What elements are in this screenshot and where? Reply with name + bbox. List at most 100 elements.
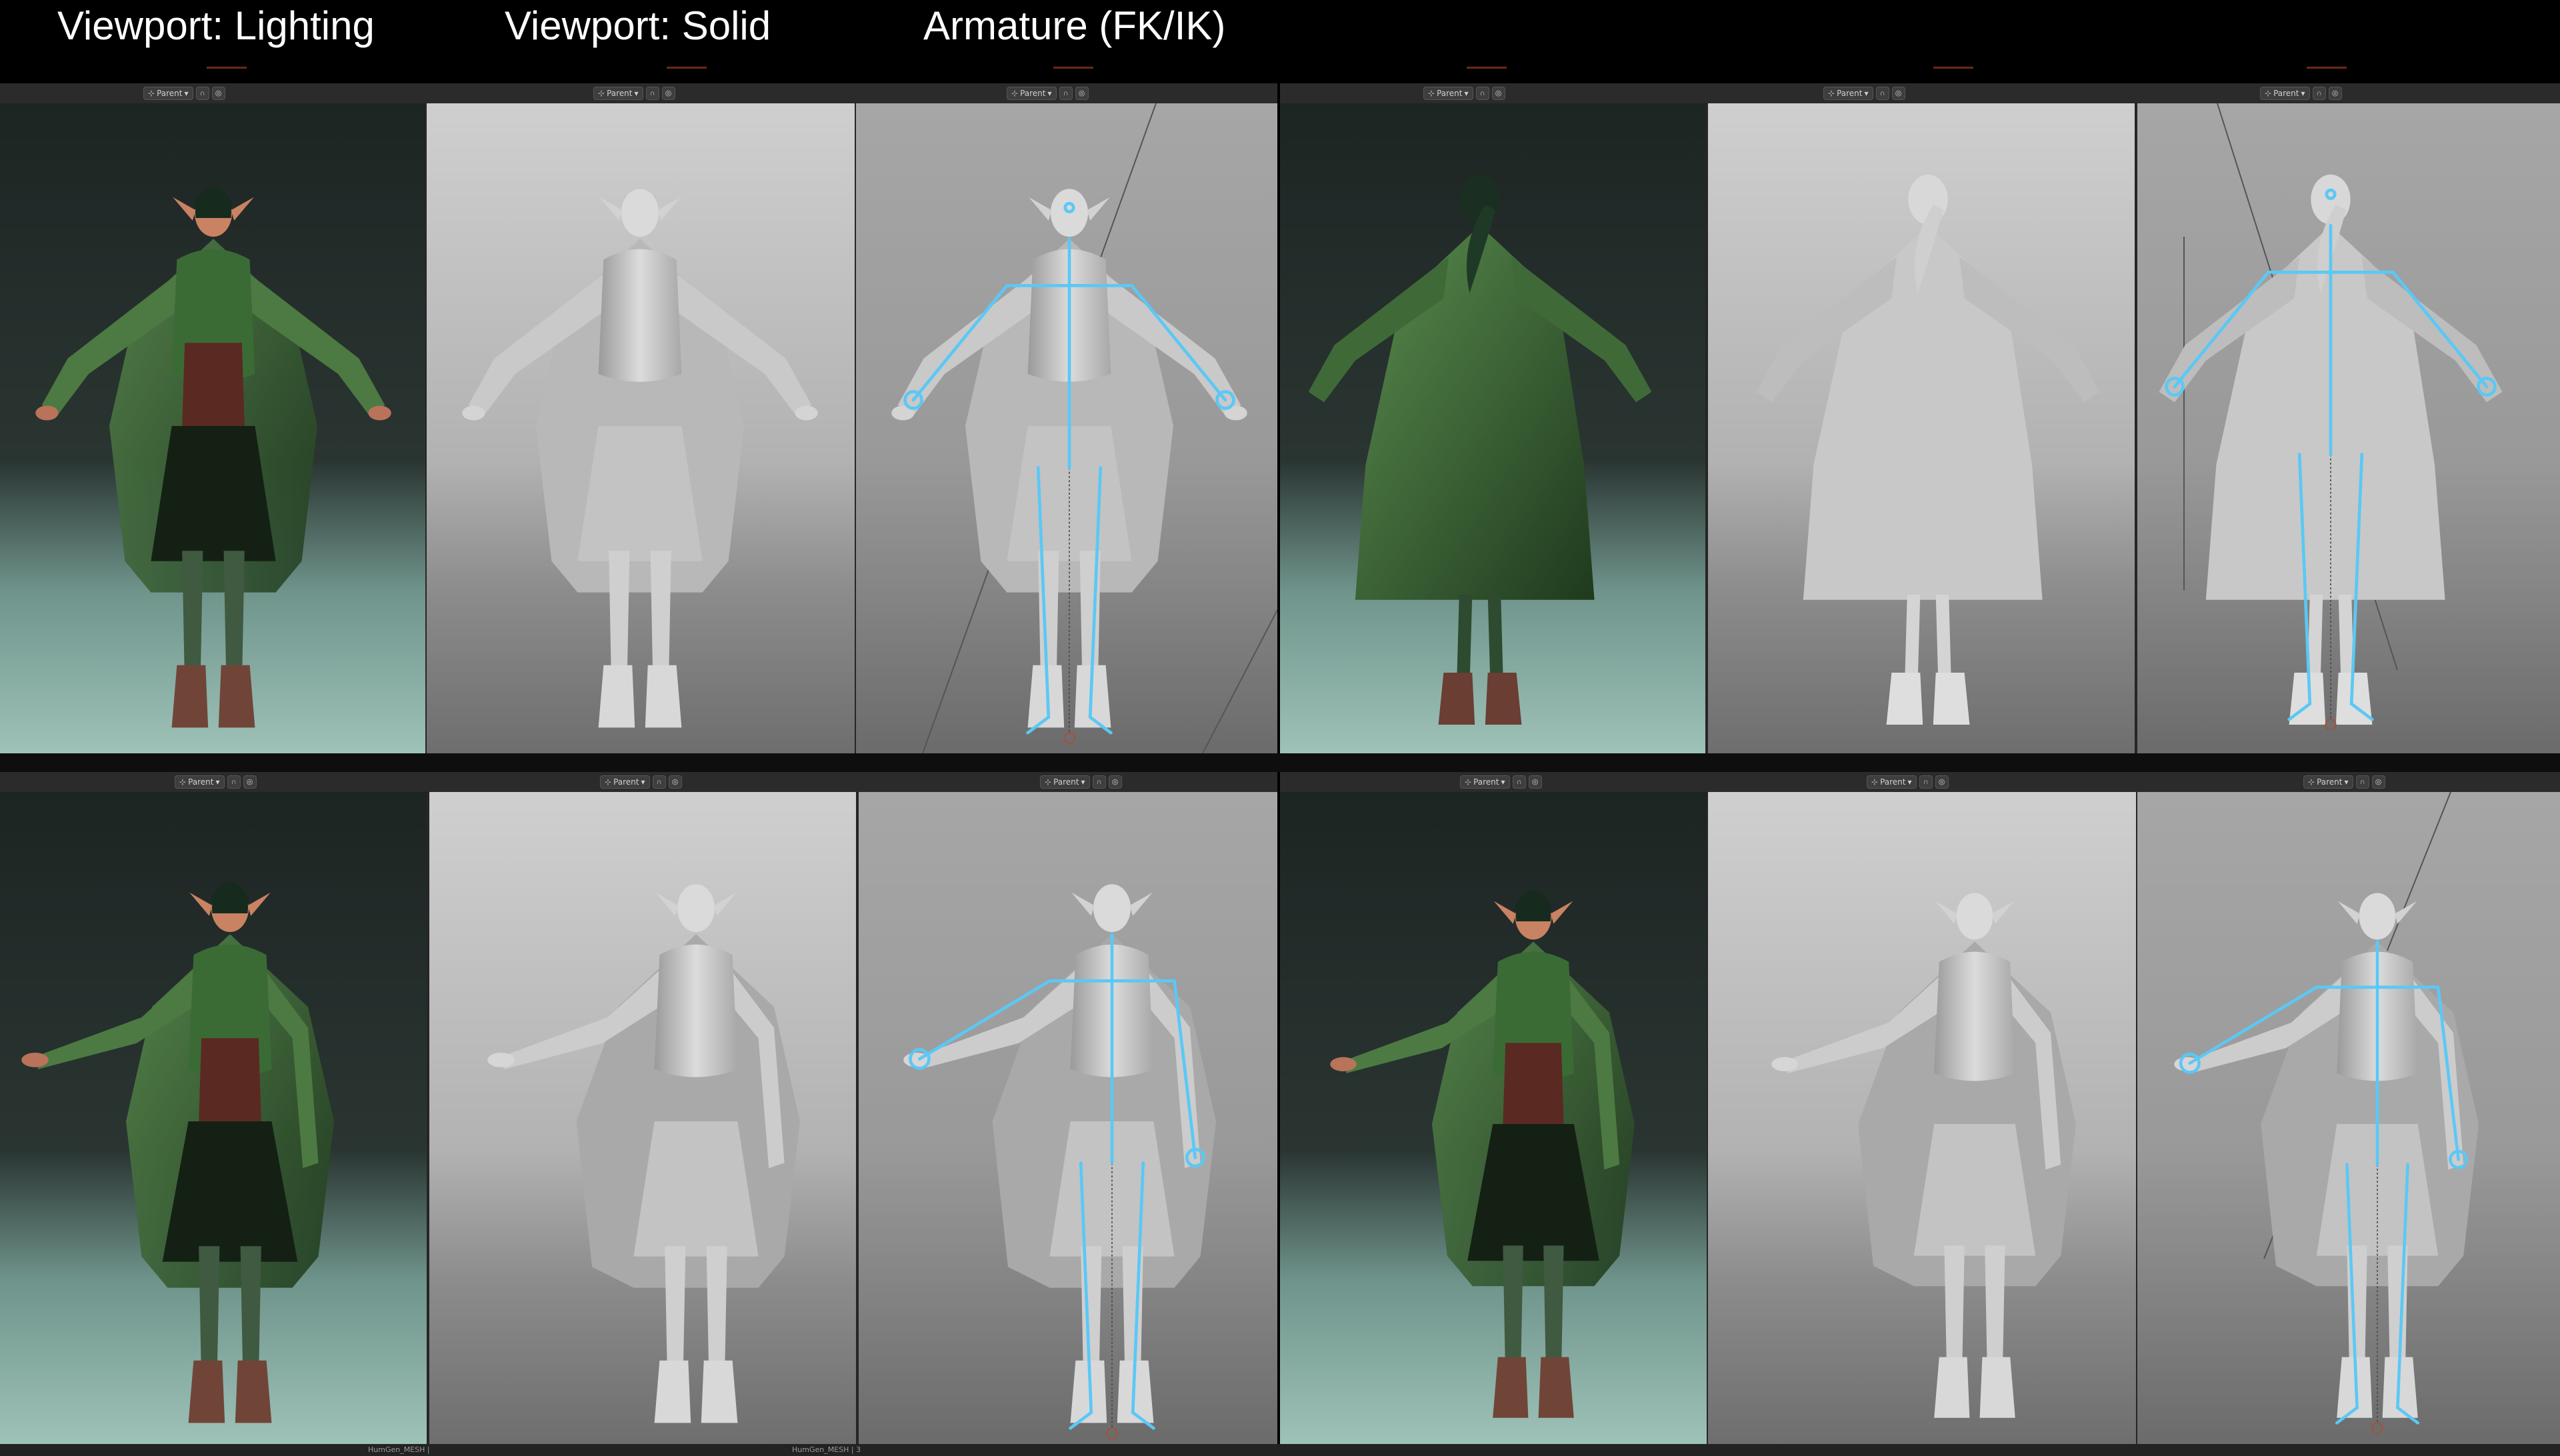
- viewport-toolbar: ⊹ Parent ▾ ∩ ◎: [1423, 87, 1505, 100]
- viewport-toolbar: ⊹ Parent ▾ ∩ ◎: [600, 775, 682, 789]
- snap-toggle[interactable]: ∩: [645, 87, 659, 100]
- pivot-dropdown[interactable]: ⊹ Parent ▾: [1007, 87, 1057, 100]
- header-accent: [1933, 67, 1973, 69]
- proportional-edit-icon: ◎: [1531, 778, 1539, 786]
- magnet-icon: ∩: [1879, 89, 1885, 97]
- viewport-lighting[interactable]: [0, 792, 427, 1444]
- pivot-dropdown[interactable]: ⊹ Parent ▾: [2260, 87, 2310, 100]
- viewport-toolbar: ⊹ Parent ▾ ∩ ◎: [593, 87, 675, 100]
- proportional-toggle[interactable]: ◎: [2328, 87, 2342, 100]
- pivot-dropdown[interactable]: ⊹ Parent ▾: [1423, 87, 1473, 100]
- proportional-edit-icon: ◎: [671, 778, 679, 786]
- row-divider: [0, 753, 2560, 772]
- magnet-icon: ∩: [649, 89, 655, 97]
- chevron-down-icon: ▾: [215, 777, 220, 787]
- pivot-dropdown[interactable]: ⊹ Parent ▾: [175, 775, 225, 789]
- viewport-group-front: ⊹ Parent ▾ ∩ ◎ ⊹ Parent ▾ ∩ ◎ ⊹ Parent ▾ ∩ ◎: [0, 83, 1277, 753]
- viewport-lighting[interactable]: [1280, 103, 1705, 753]
- proportional-edit-icon: ◎: [2375, 778, 2382, 786]
- header-title-lighting: Viewport: Lighting: [57, 3, 375, 48]
- snap-toggle[interactable]: ∩: [2355, 775, 2369, 789]
- viewport-group-pose-three-quarter: ⊹ Parent ▾ ∩ ◎ ⊹ Parent ▾ ∩ ◎ ⊹ Parent ▾ ∩ ◎: [1280, 772, 2560, 1444]
- chevron-down-icon: ▾: [184, 89, 189, 98]
- pivot-icon: ⊹: [1428, 89, 1435, 98]
- proportional-toggle[interactable]: ◎: [211, 87, 225, 100]
- pivot-dropdown[interactable]: ⊹ Parent ▾: [1867, 775, 1917, 789]
- snap-toggle[interactable]: ∩: [1512, 775, 1526, 789]
- snap-toggle[interactable]: ∩: [1092, 775, 1106, 789]
- viewport-armature[interactable]: [859, 792, 1277, 1444]
- snap-toggle[interactable]: ∩: [195, 87, 209, 100]
- magnet-icon: ∩: [656, 778, 662, 786]
- pivot-dropdown[interactable]: ⊹ Parent ▾: [593, 87, 643, 100]
- snap-toggle[interactable]: ∩: [1919, 775, 1933, 789]
- viewport-armature[interactable]: [2137, 103, 2560, 753]
- chevron-down-icon: ▾: [1047, 89, 1052, 98]
- viewport-toolbar: ⊹ Parent ▾ ∩ ◎: [1460, 775, 1542, 789]
- proportional-toggle[interactable]: ◎: [1528, 775, 1542, 789]
- chevron-down-icon: ▾: [1907, 777, 1912, 787]
- status-text: HumGen_MESH |: [368, 1445, 430, 1454]
- pivot-dropdown[interactable]: ⊹ Parent ▾: [1823, 87, 1873, 100]
- pivot-icon: ⊹: [605, 777, 612, 787]
- proportional-toggle[interactable]: ◎: [1075, 87, 1089, 100]
- render-solid-pose-3q: [1708, 792, 2136, 1444]
- snap-toggle[interactable]: ∩: [1059, 87, 1073, 100]
- proportional-edit-icon: ◎: [2331, 89, 2339, 97]
- pivot-icon: ⊹: [1011, 89, 1019, 98]
- viewport-armature[interactable]: [2137, 792, 2560, 1444]
- proportional-toggle[interactable]: ◎: [243, 775, 257, 789]
- pivot-dropdown[interactable]: ⊹ Parent ▾: [2303, 775, 2353, 789]
- viewport-toolbar: ⊹ Parent ▾ ∩ ◎: [2303, 775, 2385, 789]
- viewport-solid[interactable]: [1708, 103, 2135, 753]
- render-lighting-front: [0, 103, 425, 753]
- render-armature-pose-3q: [2137, 792, 2560, 1444]
- pivot-icon: ⊹: [2308, 777, 2315, 787]
- proportional-toggle[interactable]: ◎: [2371, 775, 2385, 789]
- viewport-group-back: ⊹ Parent ▾ ∩ ◎ ⊹ Parent ▾ ∩ ◎ ⊹ Parent ▾ ∩ ◎: [1280, 83, 2560, 753]
- magnet-icon: ∩: [1923, 778, 1929, 786]
- pivot-dropdown[interactable]: ⊹ Parent ▾: [1040, 775, 1090, 789]
- snap-toggle[interactable]: ∩: [2312, 87, 2326, 100]
- proportional-toggle[interactable]: ◎: [1491, 87, 1505, 100]
- proportional-toggle[interactable]: ◎: [1891, 87, 1905, 100]
- proportional-edit-icon: ◎: [215, 89, 222, 97]
- viewport-header: ⊹ Parent ▾ ∩ ◎ ⊹ Parent ▾ ∩ ◎ ⊹ Parent ▾ ∩ ◎: [0, 772, 1277, 793]
- snap-toggle[interactable]: ∩: [1475, 87, 1489, 100]
- viewport-solid[interactable]: [1708, 792, 2136, 1444]
- proportional-toggle[interactable]: ◎: [1108, 775, 1122, 789]
- viewport-lighting[interactable]: [0, 103, 425, 753]
- chevron-down-icon: ▾: [2344, 777, 2349, 787]
- pivot-dropdown[interactable]: ⊹ Parent ▾: [143, 87, 193, 100]
- snap-toggle[interactable]: ∩: [1875, 87, 1889, 100]
- pivot-icon: ⊹: [179, 777, 187, 787]
- snap-toggle[interactable]: ∩: [227, 775, 241, 789]
- viewport-toolbar: ⊹ Parent ▾ ∩ ◎: [1823, 87, 1905, 100]
- proportional-toggle[interactable]: ◎: [668, 775, 682, 789]
- proportional-edit-icon: ◎: [1078, 89, 1085, 97]
- pivot-dropdown[interactable]: ⊹ Parent ▾: [600, 775, 650, 789]
- viewport-armature[interactable]: [856, 103, 1277, 753]
- viewport-solid[interactable]: [429, 792, 856, 1444]
- viewport-lighting[interactable]: [1280, 792, 1707, 1444]
- magnet-icon: ∩: [231, 778, 237, 786]
- viewport-toolbar: ⊹ Parent ▾ ∩ ◎: [1007, 87, 1089, 100]
- magnet-icon: ∩: [1516, 778, 1522, 786]
- viewport-solid[interactable]: [427, 103, 855, 753]
- viewport-header: ⊹ Parent ▾ ∩ ◎ ⊹ Parent ▾ ∩ ◎ ⊹ Parent ▾ ∩ ◎: [0, 83, 1277, 104]
- chevron-down-icon: ▾: [1864, 89, 1869, 98]
- pivot-icon: ⊹: [1871, 777, 1879, 787]
- render-lighting-pose: [0, 792, 427, 1444]
- viewport-header: ⊹ Parent ▾ ∩ ◎ ⊹ Parent ▾ ∩ ◎ ⊹ Parent ▾ ∩ ◎: [1280, 83, 2560, 104]
- render-armature-back: [2137, 103, 2560, 753]
- snap-toggle[interactable]: ∩: [652, 775, 666, 789]
- render-armature-pose: [859, 792, 1277, 1444]
- render-solid-front: [427, 103, 855, 753]
- pivot-icon: ⊹: [2265, 89, 2272, 98]
- header-accent: [1053, 67, 1093, 69]
- pivot-dropdown[interactable]: ⊹ Parent ▾: [1460, 775, 1510, 789]
- chevron-down-icon: ▾: [634, 89, 639, 98]
- proportional-toggle[interactable]: ◎: [1935, 775, 1949, 789]
- proportional-toggle[interactable]: ◎: [661, 87, 675, 100]
- viewport-toolbar: ⊹ Parent ▾ ∩ ◎: [2260, 87, 2342, 100]
